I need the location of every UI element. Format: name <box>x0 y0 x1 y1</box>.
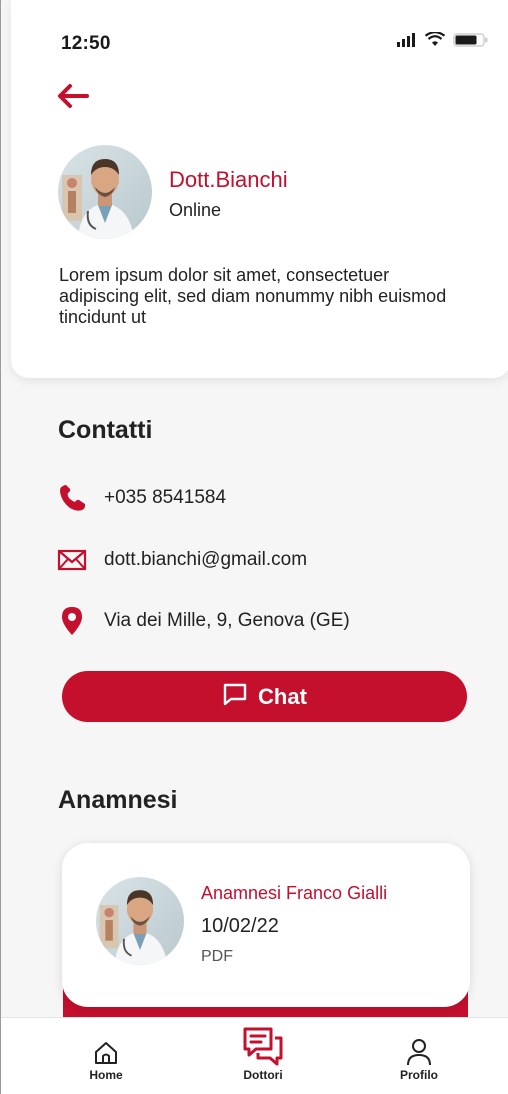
location-pin-icon <box>57 606 87 636</box>
doctor-bio: Lorem ipsum dolor sit amet, consectetuer… <box>59 265 447 327</box>
chat-button[interactable]: Chat <box>62 671 467 722</box>
nav-profilo-label: Profilo <box>400 1068 438 1082</box>
email-value: dott.bianchi@gmail.com <box>104 549 308 570</box>
user-icon <box>406 1032 432 1066</box>
doctor-status: Online <box>169 200 222 220</box>
arrow-left-icon <box>58 84 89 108</box>
anamnesi-card-title: Anamnesi Franco Gialli <box>201 883 388 903</box>
mail-icon <box>57 545 87 575</box>
back-button[interactable] <box>56 82 90 110</box>
address-value: Via dei Mille, 9, Genova (GE) <box>104 610 350 631</box>
doctor-avatar <box>58 145 152 239</box>
nav-dottori-label: Dottori <box>243 1068 283 1082</box>
nav-profilo[interactable]: Profilo <box>364 1018 474 1094</box>
doctor-name: Dott.Bianchi <box>169 167 288 192</box>
battery-icon <box>453 32 489 52</box>
bottom-nav: Home Dottori Profilo <box>1 1017 508 1094</box>
nav-home-label: Home <box>89 1068 123 1082</box>
contacts-title: Contatti <box>58 416 153 444</box>
contact-address[interactable]: Via dei Mille, 9, Genova (GE) <box>57 606 350 636</box>
nav-dottori[interactable]: Dottori <box>208 1018 318 1094</box>
chat-bubble-icon <box>222 682 248 711</box>
anamnesi-title: Anamnesi <box>58 786 178 814</box>
anamnesi-card-date: 10/02/22 <box>201 915 279 937</box>
home-icon <box>93 1032 119 1066</box>
anamnesi-card-avatar <box>96 877 184 965</box>
wifi-icon <box>424 31 446 52</box>
status-icons <box>397 31 489 52</box>
contact-email[interactable]: dott.bianchi@gmail.com <box>57 545 307 575</box>
anamnesi-card-type: PDF <box>201 948 233 965</box>
signal-icon <box>397 32 417 52</box>
phone-value: +035 8541584 <box>104 487 227 508</box>
chat-button-label: Chat <box>258 683 307 709</box>
contact-phone[interactable]: +035 8541584 <box>57 483 226 513</box>
app-screen: 12:50 Dott.Bianchi Online Lorem ipsum do… <box>0 0 508 1094</box>
nav-home[interactable]: Home <box>51 1018 161 1094</box>
status-time: 12:50 <box>61 33 111 54</box>
phone-icon <box>57 483 87 513</box>
chat-doctors-icon <box>242 1026 284 1066</box>
